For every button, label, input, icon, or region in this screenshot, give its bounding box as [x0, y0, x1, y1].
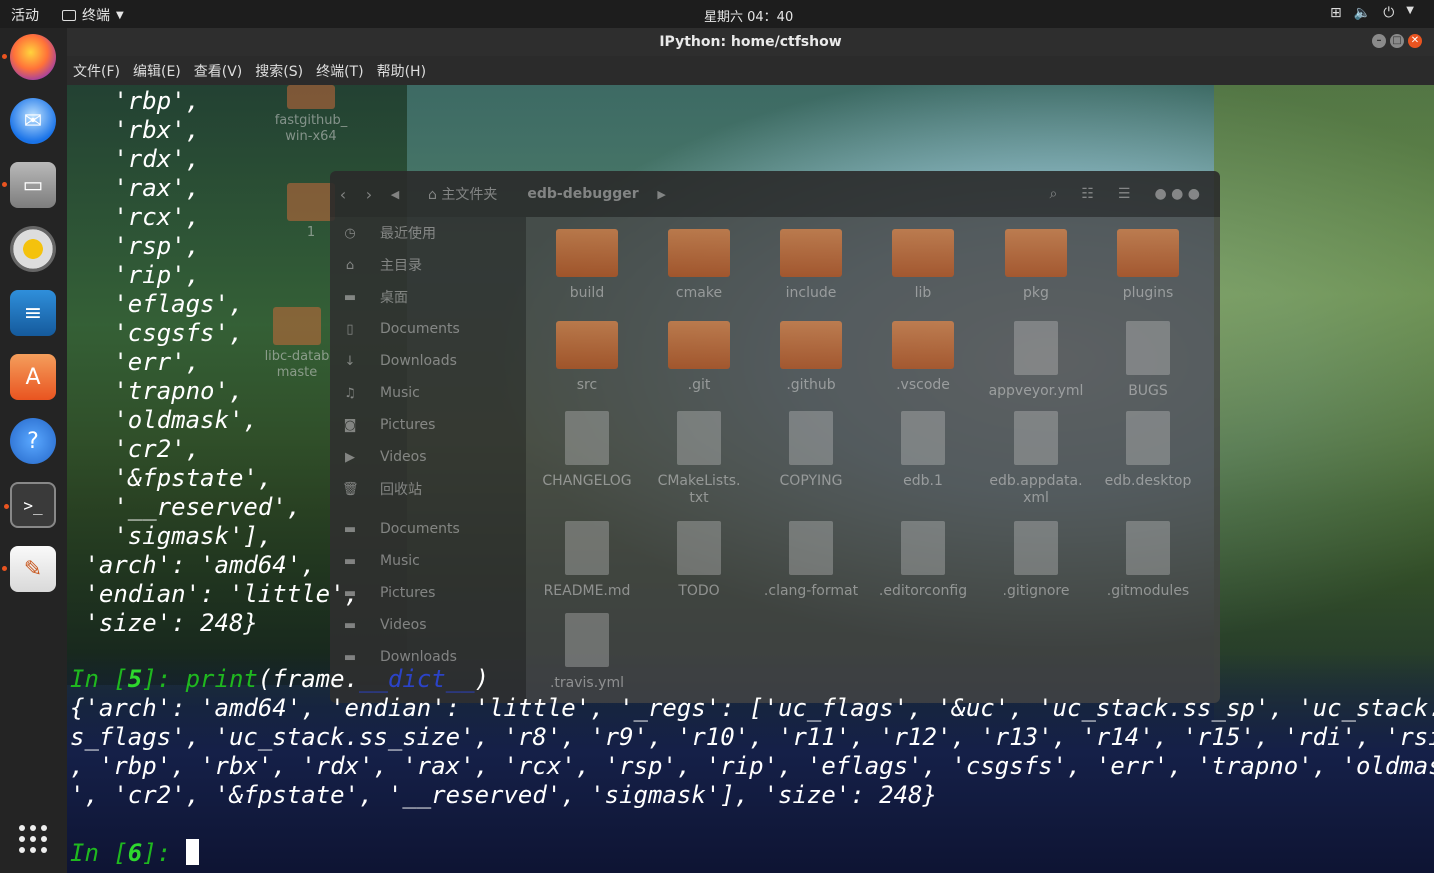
output-line: ', 'cr2', '&fpstate', '__reserved', 'sig…: [70, 781, 937, 809]
files-icon[interactable]: ▭: [2, 162, 56, 208]
prompt-number: 6: [127, 839, 143, 867]
text-editor-icon[interactable]: ✎: [2, 546, 56, 592]
menu-view[interactable]: 查看(V): [194, 61, 243, 81]
prompt-line-6[interactable]: In [6]:: [70, 839, 199, 868]
chevron-down-icon[interactable]: ▼: [1406, 5, 1414, 21]
maximize-button[interactable]: □: [1390, 34, 1404, 48]
output-line: 'oldmask',: [70, 406, 258, 434]
output-line: 'cr2',: [70, 435, 201, 463]
output-line: 'csgsfs',: [70, 319, 244, 347]
output-line: 'size': 248}: [70, 609, 258, 637]
output-line: 'rbp',: [70, 87, 201, 115]
menu-help[interactable]: 帮助(H): [377, 61, 426, 81]
output-line: 'err',: [70, 348, 201, 376]
show-apps-icon[interactable]: [10, 816, 56, 862]
output-line: 'sigmask'],: [70, 522, 273, 550]
volume-icon[interactable]: 🔈: [1354, 5, 1371, 21]
terminal-icon[interactable]: >_: [4, 482, 56, 528]
output-line: {'arch': 'amd64', 'endian': 'little', '_…: [70, 694, 1434, 722]
output-line: s_flags', 'uc_stack.ss_size', 'r8', 'r9'…: [70, 723, 1434, 751]
power-icon[interactable]: ⏻: [1383, 5, 1394, 21]
output-line: 'arch': 'amd64',: [70, 551, 316, 579]
top-panel: 活动 终端 ▼ 星期六 04：40 ⊞ 🔈 ⏻ ▼: [0, 0, 1434, 28]
minimize-button[interactable]: –: [1372, 34, 1386, 48]
prompt-suffix: ]:: [142, 839, 186, 867]
text-cursor: [185, 839, 199, 865]
window-titlebar[interactable]: IPython: home/ctfshow – □ ✕: [67, 28, 1434, 56]
prompt-suffix: ]:: [142, 665, 186, 693]
dock: ✉ ▭ ≡ A ? >_ ✎: [0, 28, 67, 873]
code-arg: (frame.: [257, 665, 360, 693]
menu-file[interactable]: 文件(F): [73, 61, 120, 81]
menu-terminal[interactable]: 终端(T): [316, 61, 363, 81]
firefox-icon[interactable]: [2, 34, 56, 80]
prompt-prefix: In [: [70, 839, 128, 867]
thunderbird-icon[interactable]: ✉: [10, 98, 56, 144]
output-line: , 'rbp', 'rbx', 'rdx', 'rax', 'rcx', 'rs…: [70, 752, 1434, 780]
system-tray[interactable]: ⊞ 🔈 ⏻ ▼: [1330, 5, 1414, 21]
clock[interactable]: 星期六 04：40: [704, 6, 793, 25]
code-function: print: [185, 665, 258, 693]
output-line: 'endian': 'little',: [70, 580, 359, 608]
code-attribute: __dict__: [359, 665, 475, 693]
terminal-view[interactable]: fastgithub_ win-x64 1 libc-datab maste ‹…: [67, 85, 1434, 873]
writer-icon[interactable]: ≡: [10, 290, 56, 336]
prompt-number: 5: [127, 665, 143, 693]
output-line: 'rcx',: [70, 203, 201, 231]
terminal-icon: [62, 9, 76, 21]
output-line: 'eflags',: [70, 290, 244, 318]
output-line: 'rdx',: [70, 145, 201, 173]
rhythmbox-icon[interactable]: [10, 226, 56, 272]
menu-search[interactable]: 搜索(S): [255, 61, 303, 81]
menu-edit[interactable]: 编辑(E): [133, 61, 181, 81]
prompt-prefix: In [: [70, 665, 128, 693]
software-center-icon[interactable]: A: [10, 354, 56, 400]
help-icon[interactable]: ?: [10, 418, 56, 464]
code-close: ): [474, 665, 490, 693]
chevron-down-icon: ▼: [116, 9, 124, 21]
app-menu-label: 终端: [82, 8, 110, 24]
output-line: '__reserved',: [70, 493, 302, 521]
output-line: 'rsp',: [70, 232, 201, 260]
output-line: 'rip',: [70, 261, 201, 289]
output-line: 'trapno',: [70, 377, 244, 405]
activities-button[interactable]: 活动: [11, 5, 39, 25]
prompt-line-5: In [5]: print(frame.__dict__): [70, 665, 489, 694]
network-icon[interactable]: ⊞: [1330, 5, 1342, 21]
terminal-output: 'rbp', 'rbx', 'rdx', 'rax', 'rcx', 'rsp'…: [67, 85, 1434, 873]
output-line: 'rax',: [70, 174, 201, 202]
menu-bar: 文件(F) 编辑(E) 查看(V) 搜索(S) 终端(T) 帮助(H): [67, 56, 1434, 85]
output-line: '&fpstate',: [70, 464, 273, 492]
output-line: 'rbx',: [70, 116, 201, 144]
close-button[interactable]: ✕: [1408, 34, 1422, 48]
window-title: IPython: home/ctfshow: [659, 34, 842, 50]
app-menu[interactable]: 终端 ▼: [62, 5, 124, 25]
